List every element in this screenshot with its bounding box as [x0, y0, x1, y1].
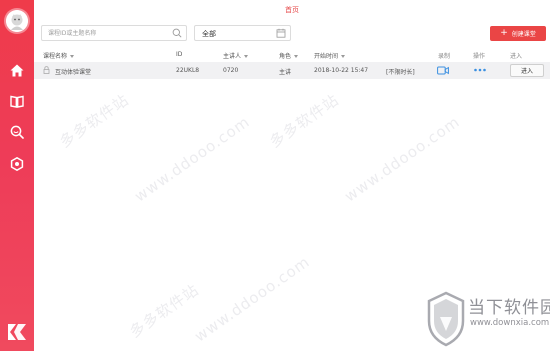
sort-caret-icon: [70, 55, 75, 58]
column-header-lecturer[interactable]: 主讲人: [223, 51, 249, 60]
page-title: 首页: [285, 6, 299, 14]
brand-shield-icon: [427, 291, 465, 347]
watermark-site-text: 多多软件站: [266, 90, 343, 152]
search-input[interactable]: [48, 28, 168, 38]
create-classroom-label: 创建课堂: [511, 31, 536, 38]
column-header-record: 录制: [438, 53, 451, 60]
sidebar: [0, 0, 34, 351]
gear-hexagon-icon: [10, 157, 24, 171]
sort-caret-icon: [341, 55, 346, 58]
home-icon: [10, 64, 24, 76]
brand-url: www.downxia.com: [470, 318, 550, 328]
watermark-site-text: 多多软件站: [56, 90, 133, 152]
course-name: 互动体验课堂: [55, 69, 92, 76]
toolbar: 全部 + 创建课堂: [34, 24, 550, 46]
search-box: [41, 25, 187, 41]
plus-icon: +: [500, 28, 508, 38]
sort-caret-icon: [244, 55, 249, 58]
enter-classroom-button[interactable]: 进入: [510, 64, 544, 77]
column-header-id: ID: [176, 51, 183, 58]
course-lecturer: 0720: [223, 67, 239, 74]
watermark-site-text: 多多软件站: [126, 280, 203, 342]
avatar[interactable]: [6, 10, 28, 32]
create-classroom-button[interactable]: + 创建课堂: [490, 26, 546, 41]
column-header-actions: 操作: [473, 53, 486, 60]
column-header-name[interactable]: 课程名称: [43, 51, 75, 60]
main-panel: 首页 多多软件站 www.ddooo.com 多多软件站 www.ddooo.c…: [34, 0, 550, 351]
course-duration: [不限时长]: [386, 69, 415, 76]
course-table: 课程名称 ID 主讲人 角色 开始时间 录制 操作 进入 互动体验课堂 22UK…: [34, 48, 550, 79]
sidebar-item-book[interactable]: [8, 92, 26, 110]
calendar-icon: [276, 28, 286, 38]
column-header-start-time[interactable]: 开始时间: [314, 51, 346, 60]
course-start-time: 2018-10-22 15:47: [314, 67, 369, 74]
watermark-site-url: www.ddooo.com: [341, 112, 464, 206]
table-row[interactable]: 互动体验课堂 22UKL8 0720 主讲 2018-10-22 15:47 […: [34, 62, 550, 79]
brand-logo: [6, 322, 28, 342]
table-header: 课程名称 ID 主讲人 角色 开始时间 录制 操作 进入: [34, 48, 550, 62]
filter-select-value: 全部: [202, 30, 216, 38]
search-icon[interactable]: [172, 28, 182, 38]
search-zoom-icon: [10, 125, 24, 139]
course-id: 22UKL8: [176, 67, 200, 74]
sidebar-item-search-course[interactable]: [8, 123, 26, 141]
lock-icon: [43, 66, 50, 74]
brand-name: 当下软件园: [468, 298, 550, 318]
watermark-site-url: www.ddooo.com: [131, 112, 254, 206]
brand-watermark: 当下软件园 www.downxia.com: [426, 289, 550, 351]
app-window: 首页 多多软件站 www.ddooo.com 多多软件站 www.ddooo.c…: [0, 0, 550, 351]
column-header-role[interactable]: 角色: [279, 51, 299, 60]
sort-caret-icon: [294, 55, 299, 58]
title-bar: 首页: [34, 0, 550, 22]
watermark-site-url: www.ddooo.com: [191, 252, 314, 346]
more-actions-icon[interactable]: [473, 66, 487, 74]
sidebar-item-settings[interactable]: [8, 155, 26, 173]
video-record-icon[interactable]: [437, 66, 449, 75]
column-header-enter: 进入: [510, 53, 523, 60]
sidebar-item-home[interactable]: [8, 61, 26, 79]
filter-select[interactable]: 全部: [194, 25, 291, 41]
course-role: 主讲: [279, 69, 292, 76]
book-icon: [10, 95, 24, 108]
